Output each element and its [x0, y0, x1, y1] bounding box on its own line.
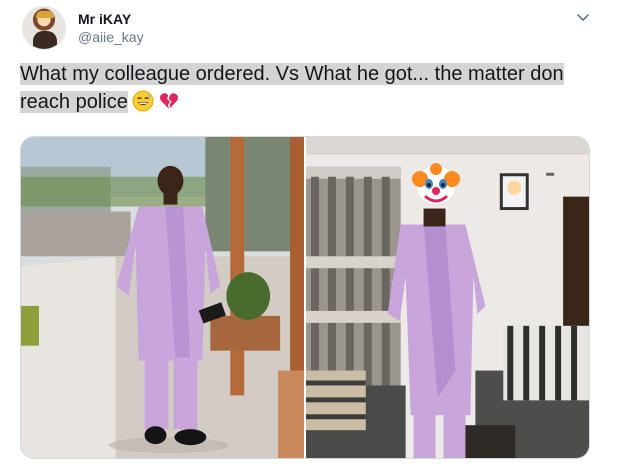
chevron-down-icon[interactable] [575, 9, 591, 25]
received-outfit-photo[interactable] [306, 137, 589, 458]
tweet-text-block: What my colleague ordered. Vs What he go… [20, 60, 605, 120]
broken-heart-icon [158, 90, 180, 120]
clown-face-icon [410, 157, 462, 209]
grinning-face-with-sweat-icon [132, 90, 154, 120]
ordered-outfit-photo[interactable] [21, 137, 304, 458]
avatar[interactable] [22, 6, 66, 50]
tweet-text: What my colleague ordered. Vs What he go… [20, 63, 564, 113]
author-handle[interactable]: @aiie_kay [78, 29, 144, 45]
avatar-hat-shape [36, 11, 54, 18]
avatar-body-shape [33, 31, 57, 49]
author-name[interactable]: Mr iKAY [78, 11, 131, 27]
tweet: Mr iKAY @aiie_kay What my colleague orde… [0, 0, 617, 472]
tweet-media [20, 136, 590, 459]
